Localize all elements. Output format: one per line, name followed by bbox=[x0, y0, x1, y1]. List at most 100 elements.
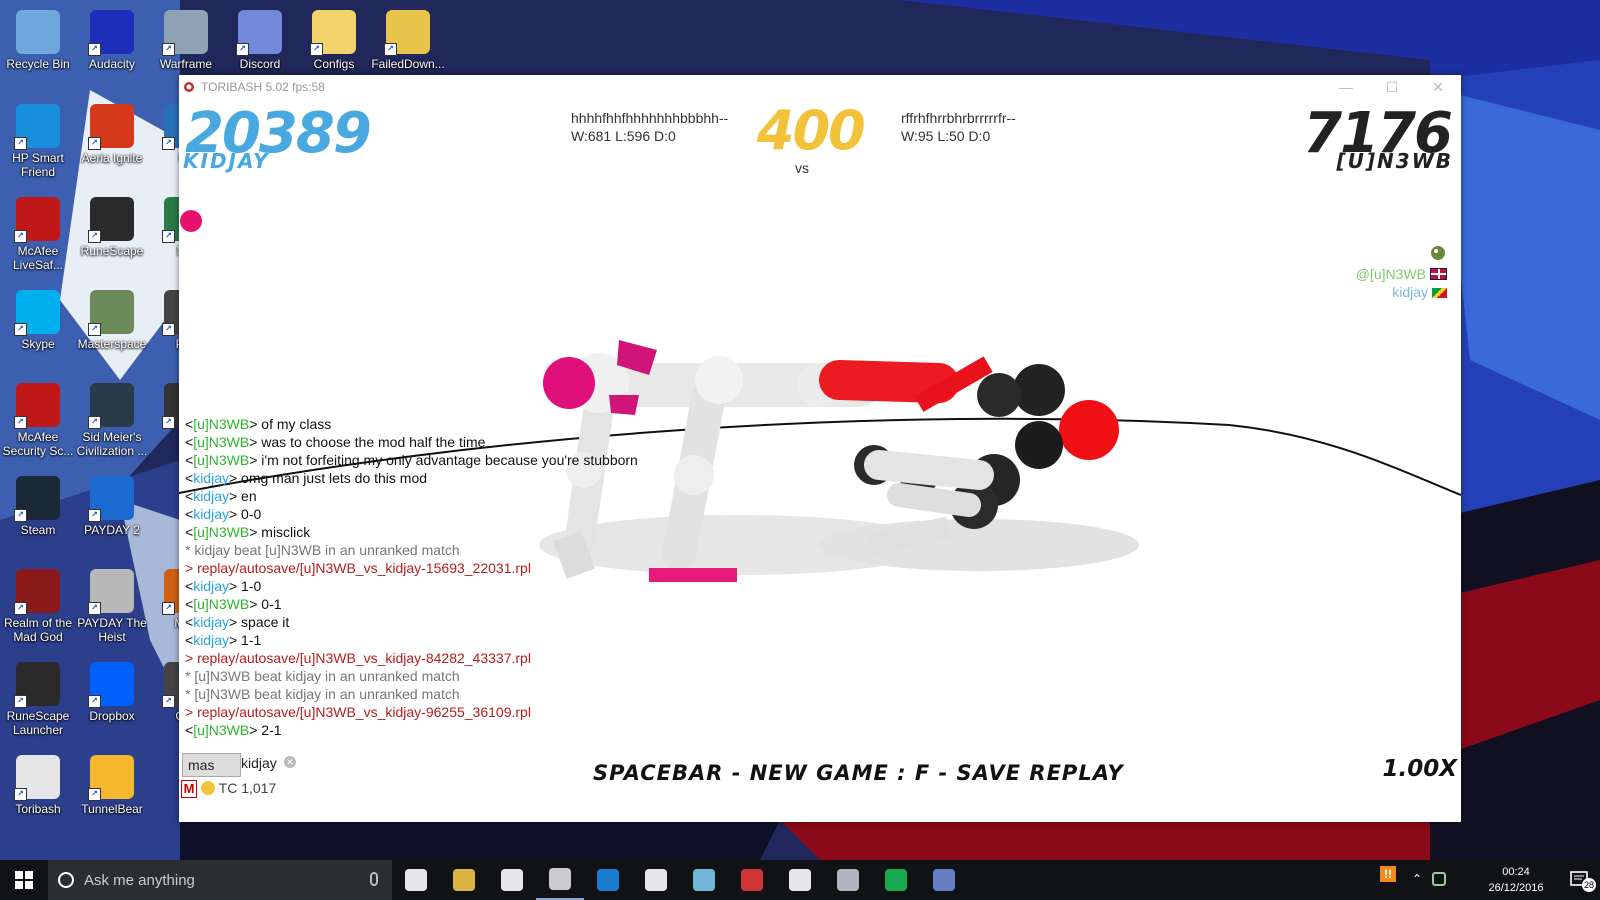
desktop-icon-steam[interactable]: ↗ Steam bbox=[0, 472, 76, 560]
desktop-icon-label: Discord bbox=[239, 57, 281, 71]
desktop-icon-label: PAYDAY The Heist bbox=[77, 616, 147, 644]
taskbar-store-button[interactable] bbox=[488, 860, 536, 900]
action-center-button[interactable]: 28 bbox=[1568, 868, 1596, 892]
chat-username[interactable]: kidjay bbox=[193, 506, 229, 522]
taskbar-dropbox-button[interactable] bbox=[776, 860, 824, 900]
desktop-icon-audacity[interactable]: ↗ Audacity bbox=[74, 6, 150, 94]
chat-message-text: 0-0 bbox=[237, 506, 262, 522]
chat-replay-path[interactable]: > replay/autosave/[u]N3WB_vs_kidjay-9625… bbox=[185, 704, 531, 720]
chat-username[interactable]: kidjay bbox=[193, 470, 229, 486]
chat-line: <[u]N3WB> 2-1 bbox=[185, 722, 282, 738]
taskbar-edge-button[interactable] bbox=[584, 860, 632, 900]
shortcut-arrow-icon: ↗ bbox=[162, 43, 175, 56]
mod-badge[interactable]: M bbox=[181, 780, 197, 798]
shortcut-arrow-icon: ↗ bbox=[384, 43, 397, 56]
desktop-icon-label: FailedDown... bbox=[371, 57, 445, 71]
runescape-icon: ↗ bbox=[88, 197, 134, 243]
desktop-icon-skype[interactable]: ↗ Skype bbox=[0, 286, 76, 374]
taskbar-spotify-button[interactable] bbox=[872, 860, 920, 900]
dropbox-icon bbox=[789, 869, 811, 891]
minimize-button[interactable]: — bbox=[1323, 75, 1369, 99]
toribash-window[interactable]: TORIBASH 5.02 fps:58 — ☐ ✕ 20389 KIDJAY … bbox=[179, 75, 1461, 822]
desktop-icon-payday-the-heist[interactable]: ↗ PAYDAY The Heist bbox=[74, 565, 150, 653]
shortcut-arrow-icon: ↗ bbox=[14, 788, 27, 801]
chat-username[interactable]: kidjay bbox=[193, 614, 229, 630]
room-user[interactable]: @[u]N3WB bbox=[1356, 265, 1447, 283]
chat-username[interactable]: [u]N3WB bbox=[193, 452, 249, 468]
desktop-icon-label: McAfee LiveSaf... bbox=[12, 244, 64, 272]
chat-line: > replay/autosave/[u]N3WB_vs_kidjay-8428… bbox=[185, 649, 745, 667]
shortcut-arrow-icon: ↗ bbox=[162, 137, 175, 150]
room-user[interactable]: kidjay bbox=[1356, 283, 1447, 301]
shortcut-arrow-icon: ↗ bbox=[88, 602, 101, 615]
replay-speed: 1.00X bbox=[1382, 756, 1457, 782]
start-button[interactable] bbox=[0, 860, 48, 900]
chat-username[interactable]: kidjay bbox=[193, 632, 229, 648]
desktop-icon-hp-smart-friend[interactable]: ↗ HP Smart Friend bbox=[0, 100, 76, 188]
taskbar-task-view-button[interactable] bbox=[392, 860, 440, 900]
chat-input[interactable]: mas bbox=[182, 753, 241, 777]
desktop-icon-mcafee-livesaf[interactable]: ↗ McAfee LiveSaf... bbox=[0, 193, 76, 281]
taskbar-toribash-button[interactable] bbox=[536, 860, 584, 900]
chat-username[interactable]: kidjay bbox=[193, 578, 229, 594]
desktop-icon-runescape[interactable]: ↗ RuneScape bbox=[74, 193, 150, 281]
desktop-icon-label: Steam bbox=[20, 523, 56, 537]
chat-replay-path[interactable]: > replay/autosave/[u]N3WB_vs_kidjay-8428… bbox=[185, 650, 531, 666]
chat-line: <[u]N3WB> 0-1 bbox=[185, 596, 282, 612]
close-button[interactable]: ✕ bbox=[1415, 75, 1461, 99]
microphone-icon[interactable] bbox=[370, 872, 378, 886]
clock-time: 00:24 bbox=[1502, 866, 1530, 878]
room-user-name: @[u]N3WB bbox=[1355, 266, 1426, 282]
warframe-icon: ↗ bbox=[162, 10, 208, 56]
tray-network-icon[interactable] bbox=[1432, 872, 1446, 886]
chat-username[interactable]: [u]N3WB bbox=[193, 722, 249, 738]
runescape-icon: ↗ bbox=[14, 662, 60, 708]
desktop-icon-realm-of-the-mad-god[interactable]: ↗ Realm of the Mad God bbox=[0, 565, 76, 653]
system-clock[interactable]: 00:24 26/12/2016 bbox=[1480, 864, 1552, 896]
chat-system-message: * [u]N3WB beat kidjay in an unranked mat… bbox=[185, 668, 460, 684]
taskbar-steam-button[interactable] bbox=[824, 860, 872, 900]
chat-line: <[u]N3WB> of my class bbox=[185, 416, 332, 432]
chat-line: > replay/autosave/[u]N3WB_vs_kidjay-1569… bbox=[185, 559, 745, 577]
taskbar-flight-button[interactable] bbox=[680, 860, 728, 900]
desktop-icon-tunnelbear[interactable]: ↗ TunnelBear bbox=[74, 751, 150, 839]
clear-input-icon[interactable]: ✕ bbox=[284, 756, 296, 768]
shortcut-arrow-icon: ↗ bbox=[88, 43, 101, 56]
taskbar-file-explorer-button[interactable] bbox=[440, 860, 488, 900]
taskbar-amazon-button[interactable] bbox=[632, 860, 680, 900]
taskbar: Ask me anything !! ⌃ 00:24 26/12/2016 28 bbox=[0, 860, 1600, 900]
chat-replay-path[interactable]: > replay/autosave/[u]N3WB_vs_kidjay-1569… bbox=[185, 560, 531, 576]
chat-username[interactable]: [u]N3WB bbox=[193, 596, 249, 612]
desktop-icon-label: PAYDAY 2 bbox=[84, 523, 140, 537]
chat-system-message: * kidjay beat [u]N3WB in an unranked mat… bbox=[185, 542, 460, 558]
desktop-icon-label: McAfee Security Sc... bbox=[2, 430, 74, 458]
desktop-icon-recycle-bin[interactable]: Recycle Bin bbox=[0, 6, 76, 94]
desktop-icon-payday-2[interactable]: ↗ PAYDAY 2 bbox=[74, 472, 150, 560]
desktop-icon-aeria-ignite[interactable]: ↗ Aeria Ignite bbox=[74, 100, 150, 188]
shortcut-arrow-icon: ↗ bbox=[14, 695, 27, 708]
chat-message-text: 2-1 bbox=[257, 722, 282, 738]
desktop-icon-toribash[interactable]: ↗ Toribash bbox=[0, 751, 76, 839]
chat-username[interactable]: [u]N3WB bbox=[193, 416, 249, 432]
cortana-search-box[interactable]: Ask me anything bbox=[48, 860, 392, 900]
taskbar-wps-button[interactable] bbox=[728, 860, 776, 900]
chat-system-message: * [u]N3WB beat kidjay in an unranked mat… bbox=[185, 686, 460, 702]
desktop-icon-runescape-launcher[interactable]: ↗ RuneScape Launcher bbox=[0, 658, 76, 746]
chat-username[interactable]: [u]N3WB bbox=[193, 524, 249, 540]
mcafee-icon: ↗ bbox=[14, 197, 60, 243]
taskbar-discord-button[interactable] bbox=[920, 860, 968, 900]
desktop-icon-sid-meier-s-civilization[interactable]: ↗ Sid Meier's Civilization ... bbox=[74, 379, 150, 467]
tray-warning-icon[interactable]: !! bbox=[1380, 866, 1396, 882]
desktop-icon-mcafee-security-sc[interactable]: ↗ McAfee Security Sc... bbox=[0, 379, 76, 467]
shortcut-arrow-icon: ↗ bbox=[14, 323, 27, 336]
shortcut-arrow-icon: ↗ bbox=[162, 602, 175, 615]
chat-username[interactable]: [u]N3WB bbox=[193, 434, 249, 450]
window-titlebar[interactable]: TORIBASH 5.02 fps:58 — ☐ ✕ bbox=[179, 75, 1461, 99]
maximize-button[interactable]: ☐ bbox=[1369, 75, 1415, 99]
desktop-icon-dropbox[interactable]: ↗ Dropbox bbox=[74, 658, 150, 746]
store-icon bbox=[501, 869, 523, 891]
chat-username[interactable]: kidjay bbox=[193, 488, 229, 504]
tray-chevron-icon[interactable]: ⌃ bbox=[1412, 872, 1422, 886]
chat-message-text: 1-1 bbox=[237, 632, 262, 648]
desktop-icon-masterspace[interactable]: ↗ Masterspace bbox=[74, 286, 150, 374]
